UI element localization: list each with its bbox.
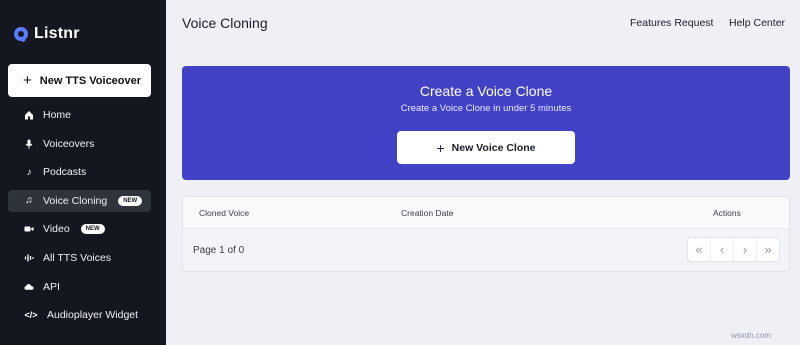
banner-subtitle: Create a Voice Clone in under 5 minutes [400,103,572,114]
features-request-link[interactable]: Features Request [630,17,713,29]
sidebar-item-api[interactable]: API [8,276,151,298]
banner-title: Create a Voice Clone [419,83,553,99]
new-tts-voiceover-label: New TTS Voiceover [39,74,142,87]
help-center-link[interactable]: Help Center [729,17,785,29]
watermark: wsxdn.com [731,331,772,340]
next-page-button[interactable]: › [734,238,757,261]
sidebar-item-label: Audioplayer Widget [47,309,139,322]
sidebar-item-label: Voice Cloning [43,194,108,207]
double-chevron-left-icon: « [695,242,703,257]
column-header-actions: Actions [713,208,741,218]
new-tts-voiceover-button[interactable]: + New TTS Voiceover [8,64,151,97]
new-badge: NEW [118,195,143,206]
listnr-logo-icon [14,27,28,41]
new-badge: NEW [80,224,105,235]
sidebar-item-label: Home [43,109,72,121]
pagination-info: Page 1 of 0 [193,245,245,256]
sidebar-nav: Home Voiceovers ♪ Podcasts ♫ Voice Cloni… [8,104,151,333]
video-camera-icon [24,224,34,234]
music-note-icon: ♪ [26,166,32,178]
pagination-controls: « ‹ › » [687,237,780,262]
home-icon [24,110,34,120]
cloud-icon [24,282,34,292]
plus-icon: + [23,72,32,89]
microphone-icon [24,139,34,149]
sidebar-item-home[interactable]: Home [8,104,151,126]
column-header-cloned-voice: Cloned Voice [199,208,250,218]
page-title: Voice Cloning [182,15,268,31]
chevron-right-icon: › [742,242,748,257]
first-page-button[interactable]: « [688,238,711,261]
sidebar-item-label: Voiceovers [43,137,95,150]
sidebar-item-label: Podcasts [43,166,87,179]
last-page-button[interactable]: » [757,238,779,261]
table-header: Cloned Voice Creation Date Actions [183,197,789,229]
plus-icon: + [436,139,445,156]
sidebar-item-voice-cloning[interactable]: ♫ Voice Cloning NEW [8,189,151,212]
waveform-icon [24,253,34,263]
create-voice-clone-banner: Create a Voice Clone Create a Voice Clon… [182,66,790,180]
sidebar-item-label: All TTS Voices [43,251,112,264]
sidebar-item-label: API [43,280,60,293]
sidebar-item-podcasts[interactable]: ♪ Podcasts [8,161,151,183]
sidebar-item-audioplayer-widget[interactable]: </> Audioplayer Widget [8,304,151,326]
new-voice-clone-label: New Voice Clone [451,141,536,154]
sidebar: Listnr + New TTS Voiceover Home Voiceove… [0,0,166,345]
chevron-left-icon: ‹ [719,242,725,257]
cloned-voices-table: Cloned Voice Creation Date Actions Page … [182,196,790,272]
brand-logo[interactable]: Listnr [14,25,80,43]
code-icon: </> [24,310,38,321]
previous-page-button[interactable]: ‹ [711,238,734,261]
music-notes-icon: ♫ [25,195,33,207]
new-voice-clone-button[interactable]: + New Voice Clone [397,131,575,164]
sidebar-item-all-tts-voices[interactable]: All TTS Voices [8,247,151,269]
sidebar-item-video[interactable]: Video NEW [8,218,151,240]
column-header-creation-date: Creation Date [401,208,454,218]
sidebar-item-voiceovers[interactable]: Voiceovers [8,133,151,155]
sidebar-item-label: Video [43,223,70,236]
brand-name: Listnr [34,25,80,42]
double-chevron-right-icon: » [764,242,772,257]
